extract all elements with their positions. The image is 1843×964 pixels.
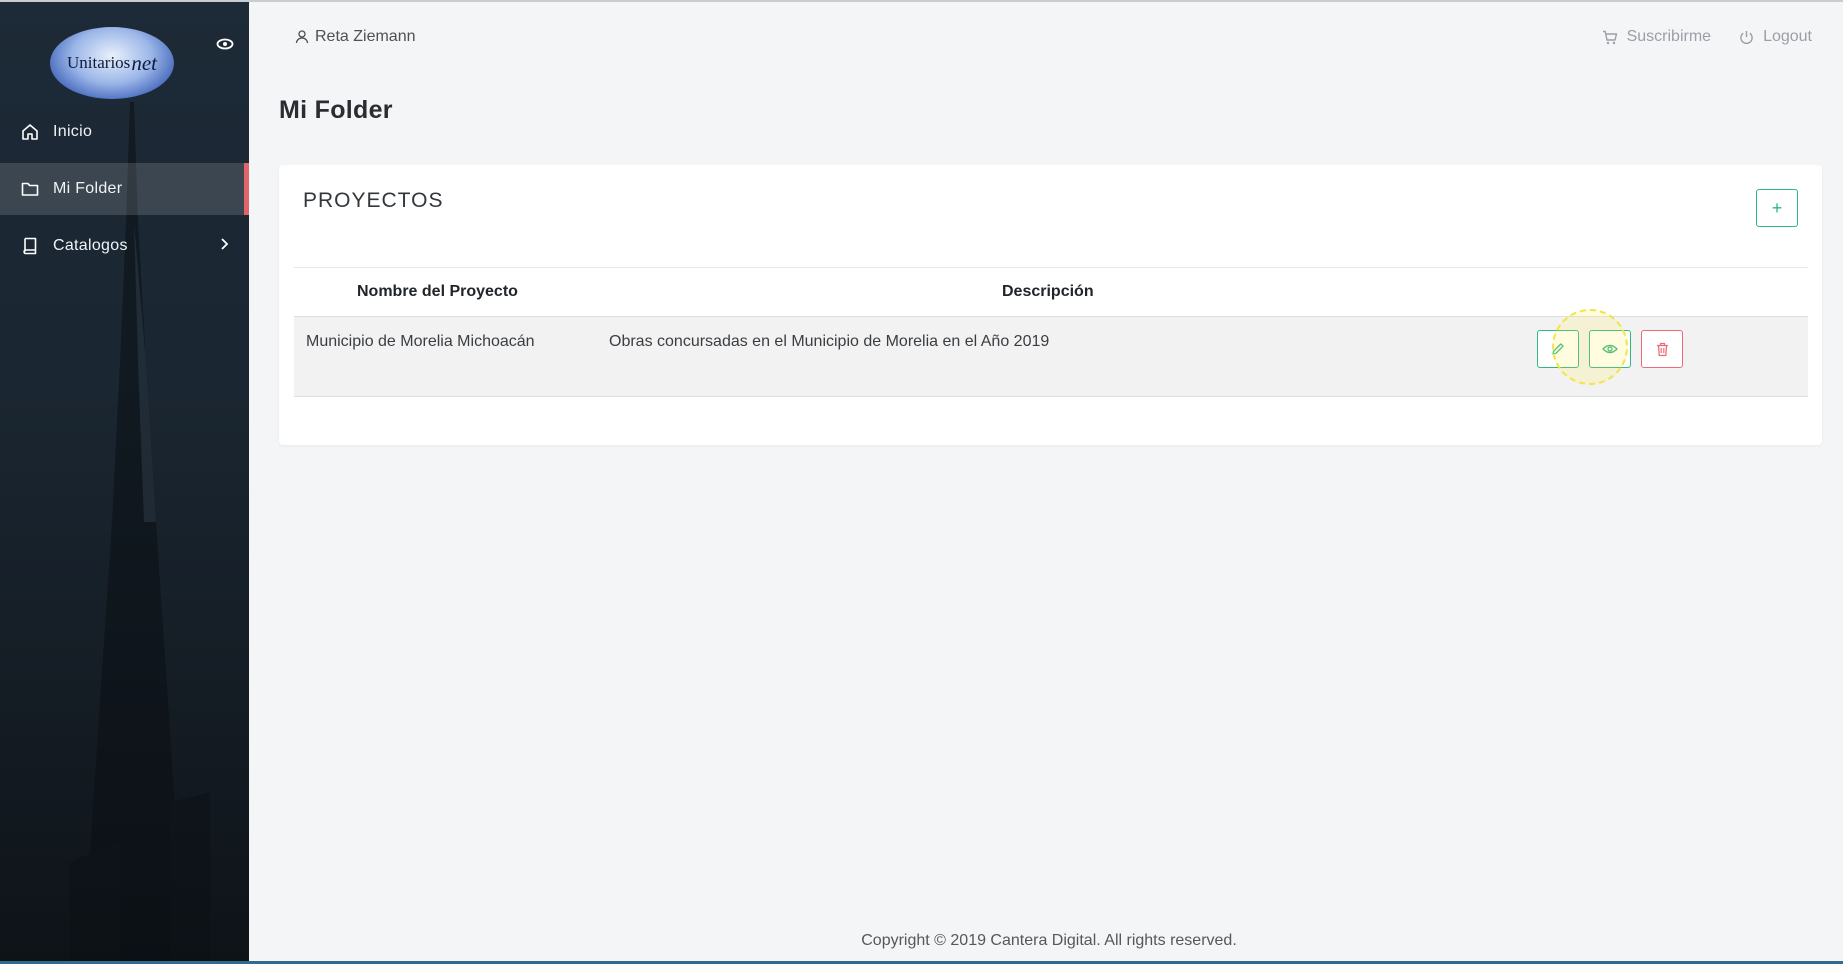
folder-icon [20,179,40,199]
add-project-button[interactable]: + [1756,189,1798,227]
footer-copyright: Copyright © 2019 Cantera Digital. All ri… [861,932,1237,949]
sidebar-item-catalogos[interactable]: Catalogos [0,220,249,272]
sidebar: Unitarios net Inicio Mi Folder Catalogos [0,2,249,961]
plus-icon: + [1771,197,1783,218]
user-menu[interactable]: Reta Ziemann [295,28,416,46]
trash-icon [1656,342,1668,356]
logout-link[interactable]: Logout [1739,28,1812,46]
sidebar-item-inicio[interactable]: Inicio [0,106,249,158]
user-name: Reta Ziemann [315,28,416,45]
sidebar-toggle-icon[interactable] [214,35,236,53]
column-header-nombre: Nombre del Proyecto [357,283,518,300]
delete-project-button[interactable] [1641,330,1683,368]
card-title: PROYECTOS [303,189,444,212]
edit-project-button[interactable] [1537,330,1579,368]
pencil-icon [1552,343,1564,355]
sidebar-item-label: Inicio [53,123,93,140]
sidebar-item-label: Mi Folder [53,180,123,197]
eye-icon [1602,344,1618,354]
unitarios-logo[interactable]: Unitarios net [50,27,174,99]
cart-icon [1602,30,1617,44]
logout-label: Logout [1763,28,1812,45]
chevron-right-icon [219,237,229,256]
table-header: Nombre del Proyecto Descripción [294,267,1808,317]
logo-suffix: net [131,50,157,75]
subscribe-link[interactable]: Suscribirme [1602,28,1711,46]
home-icon [20,122,40,142]
projects-card: PROYECTOS + Nombre del Proyecto Descripc… [279,165,1822,445]
header-actions: Suscribirme Logout [1602,28,1812,46]
view-project-button[interactable] [1589,330,1631,368]
subscribe-label: Suscribirme [1626,28,1712,45]
sidebar-item-label: Catalogos [53,237,128,254]
page-title: Mi Folder [279,96,393,124]
table-row: Municipio de Morelia Michoacán Obras con… [294,317,1808,397]
logo-text: Unitarios [67,53,131,72]
column-header-descripcion: Descripción [1002,283,1094,300]
sidebar-item-mi-folder[interactable]: Mi Folder [0,163,249,215]
project-description-cell: Obras concursadas en el Municipio de Mor… [609,333,1050,350]
user-icon [295,30,309,44]
power-icon [1740,30,1753,44]
book-icon [20,236,40,256]
projects-table: Nombre del Proyecto Descripción Municipi… [294,267,1808,397]
window-top-border [0,0,1843,2]
project-name-cell: Municipio de Morelia Michoacán [306,333,535,350]
